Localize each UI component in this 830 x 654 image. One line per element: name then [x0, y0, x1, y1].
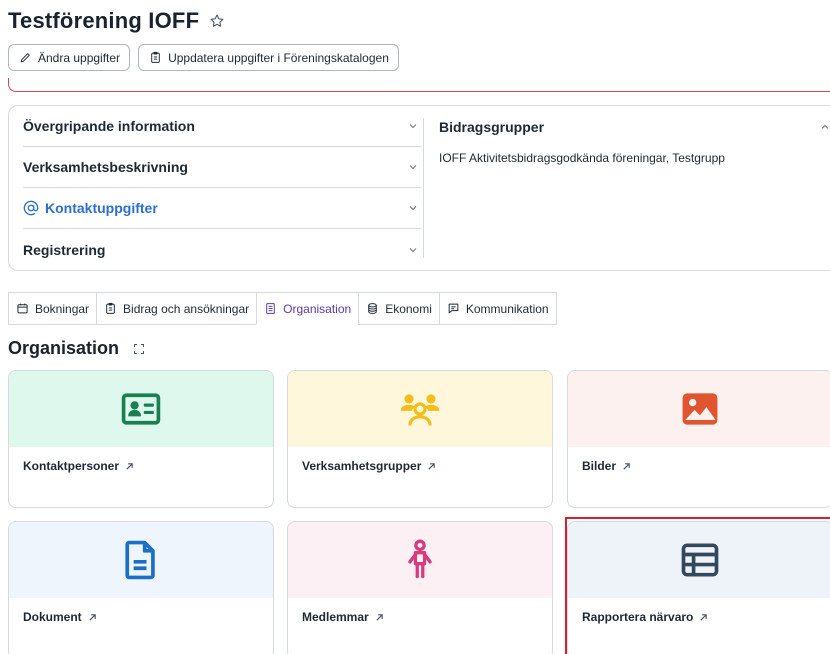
card-documents[interactable]: Dokument — [8, 521, 274, 654]
tab-bar: Bokningar Bidrag och ansökningar Organis… — [8, 292, 557, 325]
accordion-label: Övergripande information — [23, 118, 195, 134]
clipboard-icon — [151, 51, 160, 63]
card-label-text: Verksamhetsgrupper — [302, 459, 422, 473]
external-arrow-icon — [126, 462, 133, 470]
card-members[interactable]: Medlemmar — [287, 521, 553, 654]
grant-groups-header[interactable]: Bidragsgrupper — [439, 106, 830, 147]
card-label: Dokument — [23, 610, 97, 624]
external-arrow-icon — [623, 462, 630, 470]
card-label: Verksamhetsgrupper — [302, 459, 436, 473]
edit-details-button[interactable]: Ändra uppgifter — [8, 44, 131, 71]
alert-divider — [8, 78, 830, 92]
tab-label: Bokningar — [35, 301, 90, 316]
accordion-label: Registrering — [23, 241, 106, 258]
card-icon-area — [9, 522, 273, 598]
card-label-text: Kontaktpersoner — [23, 459, 120, 473]
card-label: Bilder — [582, 459, 631, 473]
card-label-text: Bilder — [582, 459, 617, 473]
tab-bidrag[interactable]: Bidrag och ansökningar — [96, 292, 257, 325]
at-icon — [23, 200, 39, 216]
calendar-icon — [17, 303, 28, 314]
star-icon[interactable] — [209, 13, 225, 29]
tab-label: Bidrag och ansökningar — [123, 301, 250, 316]
accordion-item-contact[interactable]: Kontaktuppgifter — [23, 188, 421, 229]
panel-divider — [423, 118, 424, 258]
card-icon-area — [288, 522, 552, 598]
coins-icon — [368, 303, 377, 314]
building-icon — [266, 303, 275, 314]
action-buttons: Ändra uppgifter Uppdatera uppgifter i Fö… — [8, 44, 399, 71]
group-icon — [400, 394, 440, 426]
tab-label: Ekonomi — [385, 301, 432, 316]
tab-kommunikation[interactable]: Kommunikation — [438, 292, 557, 325]
pencil-icon — [20, 53, 30, 63]
card-label: Medlemmar — [302, 610, 384, 624]
title-row: Testförening IOFF — [8, 8, 225, 34]
tab-bokningar[interactable]: Bokningar — [8, 292, 97, 325]
update-catalog-button[interactable]: Uppdatera uppgifter i Föreningskatalogen — [138, 44, 399, 71]
chevron-up-icon — [821, 124, 829, 129]
card-icon-area — [288, 371, 552, 447]
chevron-down-icon — [409, 165, 417, 170]
document-icon — [125, 540, 155, 580]
accordion-item-registration[interactable]: Registrering — [23, 229, 421, 270]
tab-label: Kommunikation — [465, 301, 549, 316]
card-icon-area — [568, 371, 830, 447]
tab-organisation[interactable]: Organisation — [256, 292, 359, 325]
card-activity-groups[interactable]: Verksamhetsgrupper — [287, 370, 553, 508]
grant-groups-text: IOFF Aktivitetsbidragsgodkända föreninga… — [439, 151, 725, 165]
grant-groups-title: Bidragsgrupper — [439, 118, 545, 135]
tab-ekonomi[interactable]: Ekonomi — [358, 292, 439, 325]
accordion-label: Verksamhetsbeskrivning — [23, 159, 188, 175]
chat-icon — [448, 303, 459, 314]
id-card-icon — [121, 393, 161, 425]
chevron-down-icon — [409, 124, 417, 129]
accordion-item-description[interactable]: Verksamhetsbeskrivning — [23, 147, 421, 188]
clipboard-icon — [106, 302, 115, 314]
accordion-item-overview[interactable]: Övergripande information — [23, 106, 421, 147]
external-arrow-icon — [428, 462, 436, 470]
card-label-text: Medlemmar — [302, 610, 369, 624]
card-icon-area — [9, 371, 273, 447]
contact-label-text: Kontaktuppgifter — [45, 200, 158, 216]
grant-groups-panel: Bidragsgrupper IOFF Aktivitetsbidragsgod… — [439, 106, 830, 165]
page-title: Testförening IOFF — [8, 8, 200, 33]
card-contact-persons[interactable]: Kontaktpersoner — [8, 370, 274, 508]
card-label-text: Dokument — [23, 610, 82, 624]
section-header: Organisation — [8, 338, 145, 359]
selection-highlight — [565, 517, 830, 654]
image-icon — [682, 393, 718, 425]
accordion-label-contact: Kontaktuppgifter — [23, 200, 158, 216]
info-accordion: Övergripande information Verksamhetsbesk… — [23, 106, 421, 270]
update-catalog-label: Uppdatera uppgifter i Föreningskatalogen — [168, 50, 389, 65]
edit-details-label: Ändra uppgifter — [38, 50, 121, 65]
card-images[interactable]: Bilder — [567, 370, 830, 508]
chevron-down-icon — [409, 206, 417, 211]
person-icon — [408, 539, 432, 579]
fullscreen-icon[interactable] — [133, 343, 145, 355]
section-title: Organisation — [8, 338, 120, 358]
chevron-down-icon — [409, 247, 417, 252]
info-panel: Övergripande information Verksamhetsbesk… — [8, 105, 830, 271]
external-arrow-icon — [376, 613, 383, 621]
card-label: Kontaktpersoner — [23, 459, 134, 473]
external-arrow-icon — [89, 613, 96, 621]
tab-label: Organisation — [283, 301, 352, 316]
